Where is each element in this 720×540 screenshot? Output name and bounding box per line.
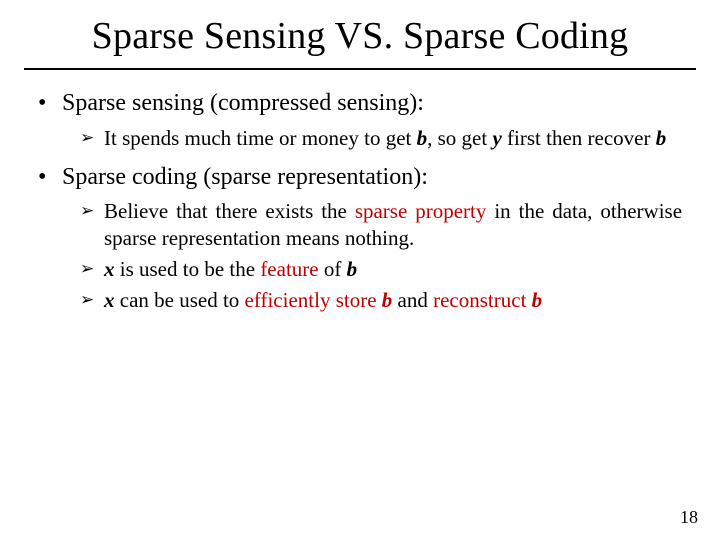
page-number: 18 [680, 507, 698, 528]
bullet-list: Sparse sensing (compressed sensing): ➢ I… [38, 88, 682, 314]
sub-item-2-3: ➢ x can be used to efficiently store b a… [80, 287, 682, 314]
bullet1-heading: Sparse sensing (compressed sensing): [62, 90, 424, 116]
slide: Sparse Sensing VS. Sparse Coding Sparse … [0, 0, 720, 540]
title-rule [24, 68, 696, 70]
text: and [392, 288, 433, 312]
highlight-feature: feature [260, 257, 318, 281]
arrow-icon: ➢ [80, 127, 94, 149]
slide-body: Sparse sensing (compressed sensing): ➢ I… [0, 88, 720, 314]
text: of [319, 257, 347, 281]
slide-title: Sparse Sensing VS. Sparse Coding [0, 0, 720, 64]
text: It spends much time or money to get [104, 126, 417, 150]
text: is used to be the [115, 257, 261, 281]
sub-item-1-1: ➢ It spends much time or money to get b,… [80, 125, 682, 152]
var-b: b [656, 126, 667, 150]
bullet-sparse-coding: Sparse coding (sparse representation): ➢… [38, 162, 682, 314]
arrow-icon: ➢ [80, 200, 94, 222]
highlight-sparse-property: sparse property [355, 199, 487, 223]
var-b: b [417, 126, 428, 150]
text: Believe that there exists the [104, 199, 355, 223]
var-x: x [104, 288, 115, 312]
var-b: b [382, 288, 393, 312]
highlight-efficiently-store: efficiently store [245, 288, 382, 312]
arrow-icon: ➢ [80, 258, 94, 280]
sub-list-2: ➢ Believe that there exists the sparse p… [62, 198, 682, 314]
sub-list-1: ➢ It spends much time or money to get b,… [62, 125, 682, 152]
var-b: b [532, 288, 543, 312]
arrow-icon: ➢ [80, 289, 94, 311]
var-b: b [347, 257, 358, 281]
sub-item-2-1: ➢ Believe that there exists the sparse p… [80, 198, 682, 252]
text: can be used to [115, 288, 245, 312]
var-y: y [492, 126, 501, 150]
text: first then recover [502, 126, 656, 150]
var-x: x [104, 257, 115, 281]
text: , so get [427, 126, 492, 150]
bullet-sparse-sensing: Sparse sensing (compressed sensing): ➢ I… [38, 88, 682, 152]
sub-item-2-2: ➢ x is used to be the feature of b [80, 256, 682, 283]
highlight-reconstruct: reconstruct [433, 288, 532, 312]
bullet2-heading: Sparse coding (sparse representation): [62, 164, 428, 190]
